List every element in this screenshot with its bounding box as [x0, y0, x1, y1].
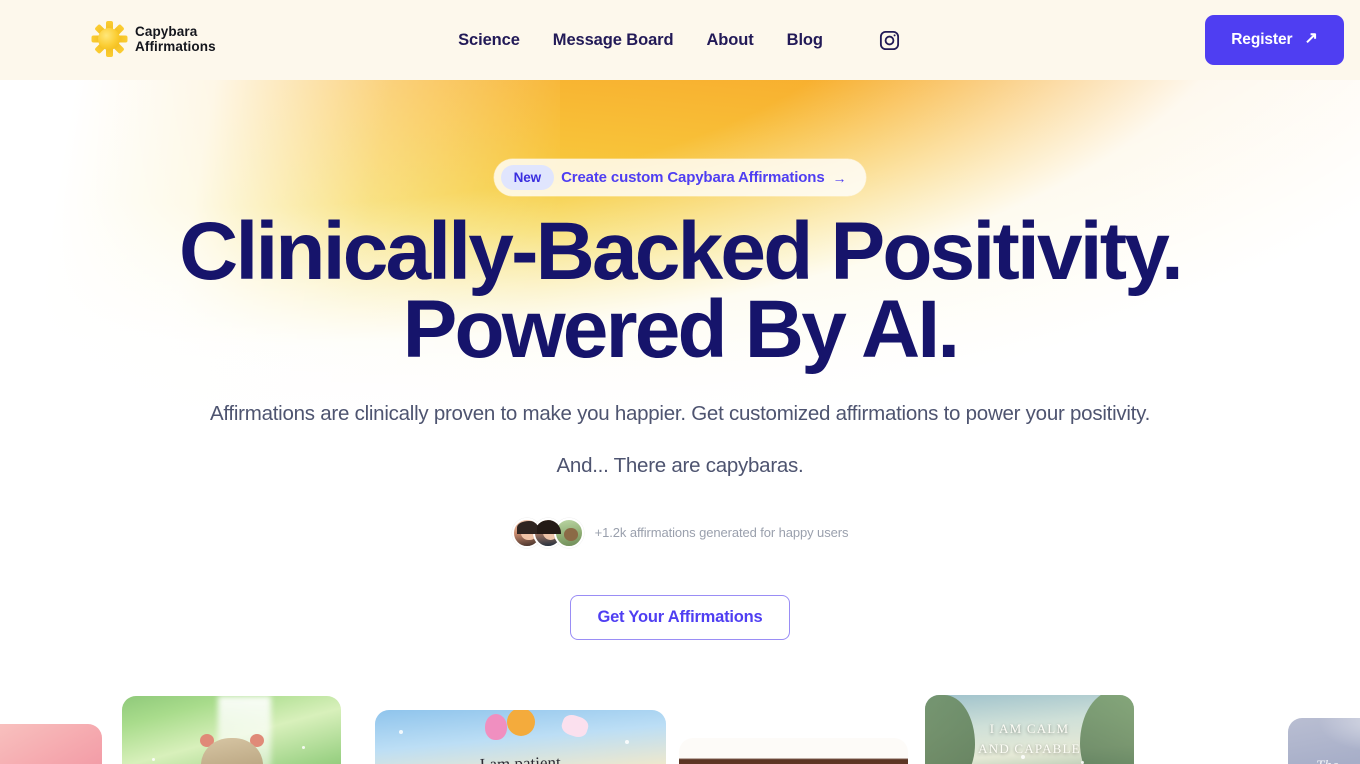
jungle-capybara-card[interactable]: [122, 696, 341, 764]
badge-link[interactable]: Create custom Capybara Affirmations →: [561, 169, 846, 186]
patient-card-line-1: I am patient: [479, 752, 561, 764]
site-header: Capybara Affirmations Science Message Bo…: [0, 0, 1360, 80]
calm-card-line-1: I AM CALM: [989, 721, 1070, 736]
i-am-patient-card[interactable]: I am patient and trust the process. 😊 😜: [375, 710, 666, 764]
hero-subtitle-secondary: And... There are capybaras.: [556, 453, 804, 477]
badge-link-label: Create custom Capybara Affirmations: [561, 169, 825, 186]
purple-dusk-card[interactable]: The: [1288, 718, 1360, 764]
announcement-badge[interactable]: New Create custom Capybara Affirmations …: [493, 159, 867, 196]
page-title: Clinically-Backed Positivity. Powered By…: [0, 211, 1360, 375]
calm-card-line-2: AND CAPABLE: [978, 740, 1081, 756]
purple-card-text: The: [1316, 758, 1339, 764]
main-navigation: Science Message Board About Blog: [0, 0, 1360, 80]
instagram-icon[interactable]: [878, 28, 902, 52]
headline-line-2: Powered By AI.: [402, 283, 961, 375]
nav-item-about[interactable]: About: [706, 31, 753, 50]
nav-item-blog[interactable]: Blog: [787, 31, 823, 50]
register-button[interactable]: Register ↗: [1205, 15, 1344, 65]
arrow-right-icon: →: [832, 169, 847, 186]
hero-section: New Create custom Capybara Affirmations …: [0, 80, 1360, 640]
pink-gradient-card[interactable]: [0, 724, 102, 764]
avatar-group: [511, 517, 584, 548]
badge-new-tag: New: [500, 165, 555, 190]
wood-shelf-card[interactable]: [679, 738, 908, 764]
hero-subtitle: Affirmations are clinically proven to ma…: [209, 401, 1151, 425]
get-affirmations-button[interactable]: Get Your Affirmations: [570, 594, 790, 640]
landing-page: Capybara Affirmations Science Message Bo…: [0, 0, 1360, 764]
affirmation-card-gallery: I am patient and trust the process. 😊 😜 …: [0, 690, 1360, 764]
i-am-calm-card[interactable]: I AM CALM AND CAPABLE: [925, 695, 1134, 764]
social-proof: +1.2k affirmations generated for happy u…: [0, 517, 1360, 548]
arrow-up-right-icon: ↗: [1304, 30, 1318, 47]
social-proof-text: +1.2k affirmations generated for happy u…: [594, 525, 849, 541]
nav-item-science[interactable]: Science: [458, 31, 520, 50]
register-label: Register: [1231, 31, 1293, 48]
nav-item-message-board[interactable]: Message Board: [553, 31, 674, 50]
